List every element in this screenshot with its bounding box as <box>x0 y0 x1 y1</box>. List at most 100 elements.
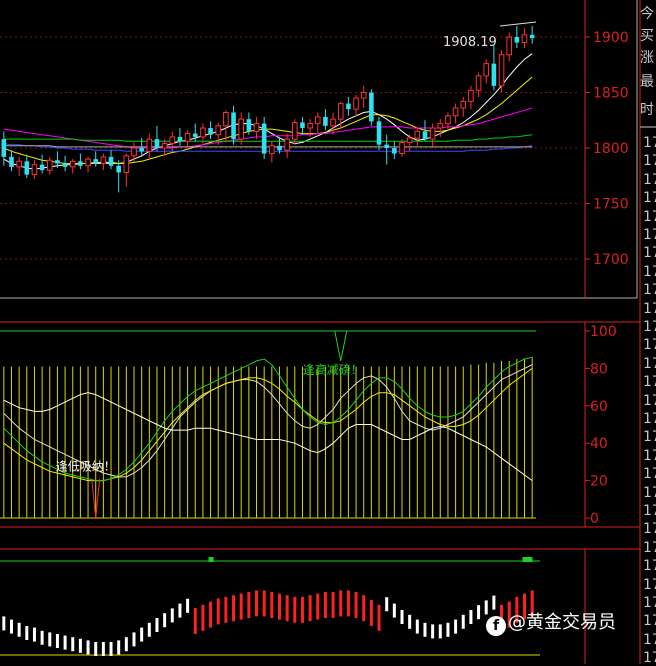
candle-body-5 <box>39 164 45 171</box>
side-number-24: 17 <box>643 576 656 593</box>
side-number-20: 17 <box>643 503 656 519</box>
candle-body-67 <box>514 37 520 43</box>
side-number-23: 17 <box>643 558 656 575</box>
candle-body-27 <box>208 128 213 135</box>
candle-body-10 <box>78 161 83 166</box>
side-number-19: 17 <box>643 484 656 501</box>
osc-tick-label-20: 20 <box>590 474 608 490</box>
candle-body-3 <box>24 161 30 175</box>
candle-body-44 <box>337 103 344 120</box>
price-tick-label-1800: 1800 <box>593 141 629 157</box>
candle-body-22 <box>169 136 176 145</box>
candle-body-24 <box>184 133 191 142</box>
candle-body-59 <box>452 107 459 117</box>
side-number-27: 17 <box>643 631 656 648</box>
candle-body-28 <box>215 125 222 136</box>
osc-tick-label-0: 0 <box>590 511 599 527</box>
side-number-6: 17 <box>643 245 656 262</box>
candle-body-0 <box>1 139 7 157</box>
osc-tick-label-100: 100 <box>590 324 617 340</box>
last-price-label: 1908.19 <box>443 35 497 50</box>
candle-body-17 <box>131 147 137 157</box>
candle-body-63 <box>483 63 490 77</box>
side-number-3: 17 <box>643 190 656 207</box>
candle-body-65 <box>498 54 505 87</box>
candle-body-29 <box>223 111 229 127</box>
candle-body-45 <box>346 103 351 110</box>
candle-body-4 <box>31 164 38 176</box>
candle-body-52 <box>399 141 405 155</box>
candle-body-47 <box>360 92 367 99</box>
side-number-17: 17 <box>643 447 656 464</box>
candle-body-19 <box>146 138 153 152</box>
side-label-buy: 买 <box>640 28 654 44</box>
candle-body-15 <box>116 165 121 173</box>
side-number-1: 17 <box>643 153 656 170</box>
price-ma-line-5 <box>3 145 533 148</box>
candle-body-51 <box>392 148 397 154</box>
candle-body-40 <box>307 123 313 129</box>
side-number-0: 17 <box>643 135 656 151</box>
candle-body-43 <box>330 118 336 127</box>
side-number-12: 17 <box>643 355 656 372</box>
watermark-logo-icon: f <box>486 616 506 636</box>
candle-body-58 <box>445 115 451 125</box>
candle-body-18 <box>139 148 144 152</box>
candle-body-21 <box>161 143 168 149</box>
candle-body-16 <box>123 155 130 173</box>
side-number-4: 17 <box>643 208 656 225</box>
candle-body-36 <box>277 145 282 151</box>
candle-body-26 <box>200 127 206 138</box>
candle-body-55 <box>422 131 428 140</box>
side-number-15: 17 <box>643 411 656 427</box>
side-number-26: 17 <box>643 613 656 630</box>
price-ma-line-3 <box>3 134 533 142</box>
osc-annotation-sell: 逢高减磅！ <box>303 362 363 377</box>
osc-high-signal <box>334 330 348 362</box>
watermark-text: @黄金交易员 <box>508 612 616 633</box>
candle-body-39 <box>300 122 305 129</box>
side-number-14: 17 <box>643 392 656 409</box>
candle-body-68 <box>521 34 528 44</box>
candle-body-23 <box>177 136 183 142</box>
price-ma-line-1 <box>3 76 533 164</box>
candle-body-32 <box>246 119 252 132</box>
candle-body-13 <box>100 156 107 165</box>
price-ma-line-4 <box>3 143 533 152</box>
price-tick-label-1700: 1700 <box>593 252 629 268</box>
candle-body-48 <box>369 92 374 122</box>
candlestick-group <box>1 25 535 193</box>
side-number-5: 17 <box>643 227 656 243</box>
candle-body-38 <box>292 121 298 140</box>
candle-body-64 <box>491 63 497 86</box>
candle-body-41 <box>314 116 321 125</box>
candle-body-50 <box>384 144 389 148</box>
side-label-time: 时 <box>640 102 654 118</box>
side-label-high: 最 <box>640 74 654 90</box>
watermark: f @黄金交易员 <box>486 608 616 636</box>
side-number-16: 17 <box>643 429 656 446</box>
candle-body-61 <box>468 89 474 102</box>
candle-body-66 <box>506 36 512 56</box>
candle-body-57 <box>437 123 444 129</box>
candle-body-9 <box>69 160 76 168</box>
candle-body-46 <box>353 97 359 110</box>
candle-body-69 <box>529 34 535 39</box>
side-label-today: 今 <box>640 6 654 22</box>
osc-annotation-buy: 逢低吸纳！ <box>56 460 116 474</box>
price-tick-label-1850: 1850 <box>593 86 629 102</box>
side-number-18: 17 <box>643 466 656 483</box>
hist-peak-marker <box>522 557 533 562</box>
candle-body-56 <box>429 127 436 140</box>
last-price-pointer <box>499 21 537 27</box>
candle-body-12 <box>93 159 99 164</box>
candle-body-53 <box>406 137 413 143</box>
candle-body-60 <box>460 100 467 109</box>
candle-body-31 <box>238 118 244 140</box>
candle-body-33 <box>253 123 260 132</box>
candle-body-49 <box>376 121 382 145</box>
side-label-change: 涨 <box>640 50 654 66</box>
side-number-22: 17 <box>643 539 656 556</box>
side-number-8: 17 <box>643 282 656 299</box>
candle-body-2 <box>16 160 22 168</box>
